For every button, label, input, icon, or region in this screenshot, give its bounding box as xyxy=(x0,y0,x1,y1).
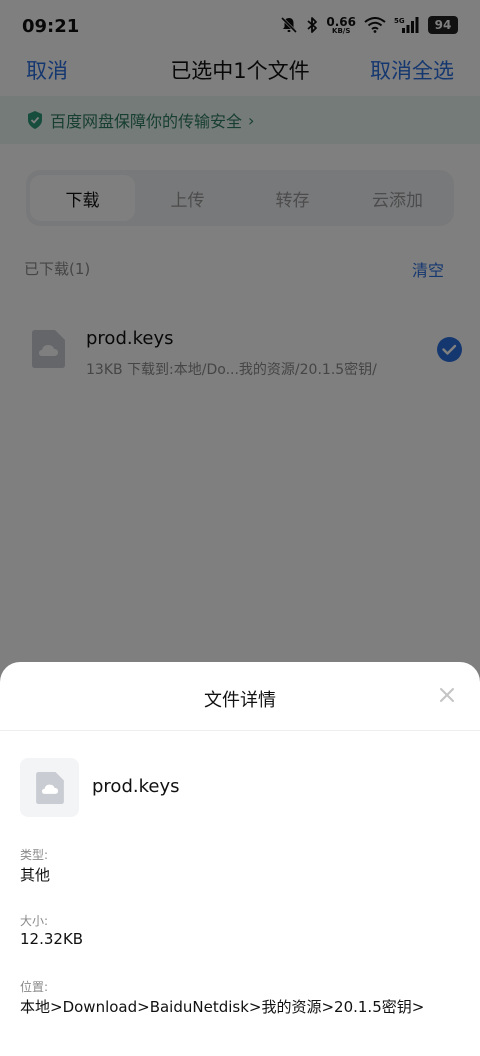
type-label: 类型: xyxy=(20,848,49,862)
location-label: 位置: xyxy=(20,980,49,994)
screen: 09:21 0.66 KB/S 5G xyxy=(0,0,480,1056)
detail-file-name: prod.keys xyxy=(92,776,180,797)
type-value: 其他 xyxy=(20,866,51,884)
divider xyxy=(0,730,480,731)
close-icon[interactable] xyxy=(436,684,458,706)
size-value: 12.32KB xyxy=(20,930,84,948)
sheet-title: 文件详情 xyxy=(204,690,276,711)
file-icon xyxy=(35,771,64,804)
detail-file-icon-box xyxy=(20,758,79,817)
size-label: 大小: xyxy=(20,914,49,928)
location-value: 本地>Download>BaiduNetdisk>我的资源>20.1.5密钥> xyxy=(20,998,425,1016)
file-details-sheet: 文件详情 prod.keys 类型: 其他 大小: 12.32KB 位置: 本地… xyxy=(0,662,480,1056)
